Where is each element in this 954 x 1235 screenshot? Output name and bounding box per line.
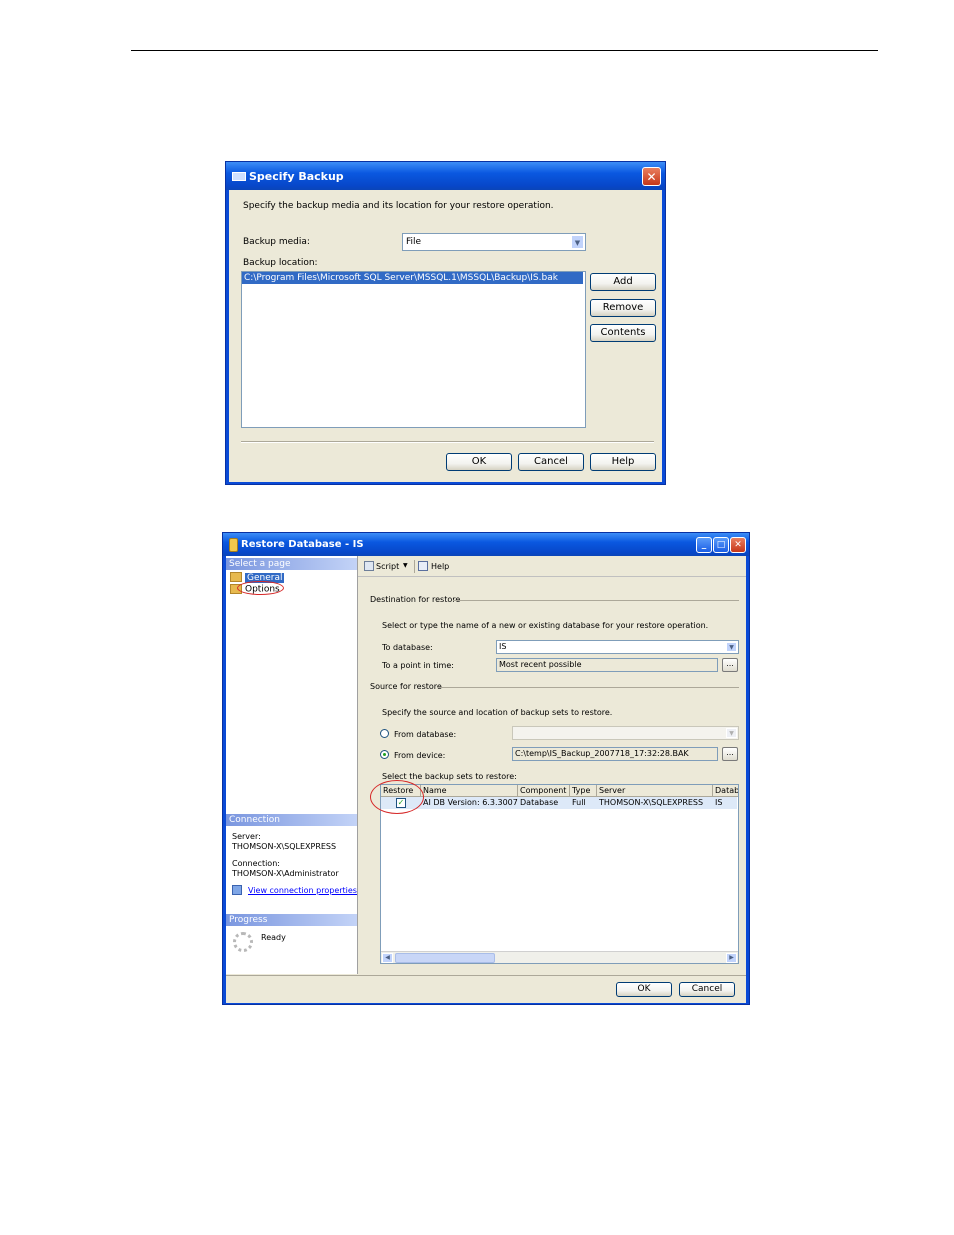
from-database-select[interactable]: ▼: [512, 726, 739, 740]
scroll-left-icon[interactable]: ◀: [382, 953, 393, 963]
divider: [241, 441, 654, 443]
backup-media-value: File: [406, 237, 422, 247]
specify-backup-body: Specify the backup media and its locatio…: [229, 190, 662, 482]
ok-button[interactable]: OK: [446, 453, 512, 471]
connection-value: THOMSON-X\Administrator: [232, 869, 339, 878]
script-button[interactable]: Script: [376, 562, 399, 571]
left-pane: Select a page General Options Connection…: [226, 556, 358, 974]
restore-database-body: Select a page General Options Connection…: [226, 556, 746, 1003]
to-point-field[interactable]: Most recent possible: [496, 658, 718, 672]
view-connection-properties-link[interactable]: View connection properties: [248, 886, 357, 895]
source-instruction: Specify the source and location of backu…: [382, 708, 613, 717]
column-header-database[interactable]: Datab: [713, 785, 738, 796]
restore-database-dialog: Restore Database - IS _ □ ✕ Select a pag…: [222, 532, 750, 1005]
column-header-name[interactable]: Name: [421, 785, 518, 796]
specify-backup-dialog: Specify Backup ✕ Specify the backup medi…: [225, 161, 666, 485]
page-top-rule: [131, 50, 878, 51]
minimize-icon[interactable]: _: [696, 537, 712, 553]
backup-sets-grid[interactable]: Restore Name Component Type Server Datab…: [380, 784, 739, 964]
column-header-component[interactable]: Component: [518, 785, 570, 796]
page-icon: [230, 572, 242, 582]
close-icon[interactable]: ✕: [642, 167, 661, 186]
maximize-icon[interactable]: □: [713, 537, 729, 553]
from-device-browse-button[interactable]: ...: [722, 747, 738, 761]
row-type: Full: [572, 798, 586, 807]
scroll-right-icon[interactable]: ▶: [726, 953, 737, 963]
restore-database-titlebar[interactable]: Restore Database - IS _ □ ✕: [223, 533, 749, 556]
list-item[interactable]: C:\Program Files\Microsoft SQL Server\MS…: [242, 272, 583, 284]
group-divider: [437, 687, 739, 688]
grid-header: Restore Name Component Type Server Datab: [381, 785, 738, 797]
source-group-label: Source for restore: [370, 682, 442, 691]
remove-button[interactable]: Remove: [590, 299, 656, 317]
to-database-select[interactable]: IS ▼: [496, 640, 739, 654]
from-device-radio[interactable]: [380, 750, 389, 759]
connection-header: Connection: [226, 814, 357, 826]
backup-location-label: Backup location:: [243, 258, 318, 268]
script-icon: [364, 561, 374, 571]
options-highlight-circle: [237, 581, 284, 595]
progress-status: Ready: [261, 933, 286, 942]
to-database-value: IS: [499, 642, 507, 651]
table-row[interactable]: ✓ AI DB Version: 6.3.3007 Database Full …: [381, 797, 737, 809]
chevron-down-icon[interactable]: ▼: [726, 728, 737, 738]
server-label: Server:: [232, 832, 261, 841]
row-database: IS: [715, 798, 723, 807]
right-pane: Script ▼ Help Destination for restore Se…: [358, 556, 746, 974]
group-divider: [453, 600, 739, 601]
help-button[interactable]: Help: [590, 453, 656, 471]
add-button[interactable]: Add: [590, 273, 656, 291]
toolbar-divider: [414, 560, 415, 573]
from-database-label: From database:: [394, 730, 457, 739]
properties-icon: [232, 885, 242, 895]
row-name: AI DB Version: 6.3.3007: [423, 798, 518, 807]
ok-button[interactable]: OK: [616, 982, 672, 997]
cancel-button[interactable]: Cancel: [679, 982, 735, 997]
to-point-browse-button[interactable]: ...: [722, 658, 738, 672]
progress-spinner-icon: [233, 932, 253, 952]
window-icon: [232, 172, 246, 181]
backup-media-label: Backup media:: [243, 237, 310, 247]
to-point-label: To a point in time:: [382, 661, 454, 670]
specify-backup-titlebar[interactable]: Specify Backup ✕: [226, 162, 665, 190]
select-page-header: Select a page: [226, 558, 357, 570]
scroll-thumb[interactable]: [395, 953, 495, 963]
close-icon[interactable]: ✕: [730, 537, 746, 553]
chevron-down-icon[interactable]: ▼: [726, 642, 737, 652]
help-icon: [418, 561, 428, 571]
column-header-type[interactable]: Type: [570, 785, 597, 796]
to-database-label: To database:: [382, 643, 433, 652]
help-button[interactable]: Help: [431, 562, 449, 571]
contents-button[interactable]: Contents: [590, 324, 656, 342]
specify-backup-title: Specify Backup: [249, 170, 344, 183]
from-device-field[interactable]: C:\temp\IS_Backup_2007718_17:32:28.BAK: [512, 747, 718, 761]
restore-database-title: Restore Database - IS: [241, 539, 364, 550]
destination-instruction: Select or type the name of a new or exis…: [382, 621, 709, 630]
from-database-radio[interactable]: [380, 729, 389, 738]
from-device-label: From device:: [394, 751, 446, 760]
connection-label: Connection:: [232, 859, 280, 868]
bottom-bar: OK Cancel: [226, 975, 746, 1003]
column-header-server[interactable]: Server: [597, 785, 713, 796]
destination-group-label: Destination for restore: [370, 595, 461, 604]
backup-media-select[interactable]: File ▼: [402, 233, 586, 251]
instruction-text: Specify the backup media and its locatio…: [243, 201, 554, 211]
chevron-down-icon[interactable]: ▼: [403, 562, 408, 569]
progress-header: Progress: [226, 914, 357, 926]
horizontal-scrollbar[interactable]: ◀ ▶: [381, 951, 738, 963]
cancel-button[interactable]: Cancel: [518, 453, 584, 471]
restore-highlight-circle: [370, 780, 424, 814]
row-component: Database: [520, 798, 559, 807]
backup-location-list[interactable]: C:\Program Files\Microsoft SQL Server\MS…: [241, 271, 586, 428]
database-icon: [229, 538, 238, 552]
toolbar: Script ▼ Help: [358, 556, 746, 577]
chevron-down-icon[interactable]: ▼: [571, 235, 584, 249]
server-value: THOMSON-X\SQLEXPRESS: [232, 842, 337, 851]
row-server: THOMSON-X\SQLEXPRESS: [599, 798, 704, 807]
